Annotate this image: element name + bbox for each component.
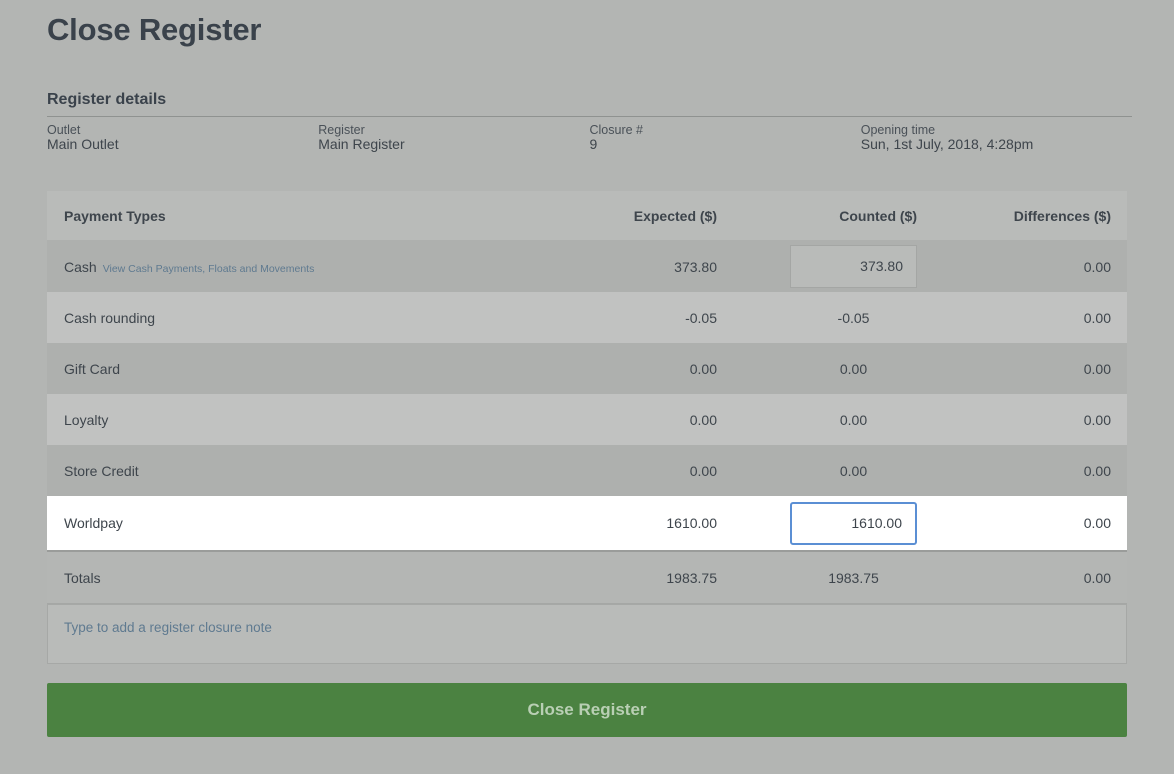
totals-differences: 0.00	[1083, 569, 1111, 586]
table-row: Cash rounding -0.05 -0.05 0.00	[47, 292, 1127, 343]
detail-closure: Closure # 9	[590, 123, 861, 151]
counted-input-cash[interactable]: 373.80	[790, 245, 917, 288]
detail-register: Register Main Register	[318, 123, 589, 151]
table-header: Payment Types Expected ($) Counted ($) D…	[47, 191, 1127, 241]
register-details: Outlet Main Outlet Register Main Registe…	[47, 123, 1132, 151]
header-counted-label: Counted ($)	[839, 207, 917, 224]
header-differences: Differences ($)	[1013, 207, 1111, 224]
page-title: Close Register	[47, 12, 262, 47]
expected-value: 373.80	[674, 258, 717, 275]
difference-value: 0.00	[1083, 258, 1111, 275]
counted-cell: 0.00	[717, 412, 917, 428]
counted-value: -0.05	[837, 309, 870, 326]
table-row: Cash View Cash Payments, Floats and Move…	[47, 241, 1127, 292]
detail-label: Closure #	[589, 123, 644, 137]
detail-value: Main Outlet	[47, 136, 119, 152]
counted-value: 0.00	[839, 411, 868, 428]
totals-row: Totals 1983.75 1983.75 0.00	[47, 552, 1127, 604]
expected-value: 1610.00	[666, 515, 717, 531]
difference-value: 0.00	[1083, 462, 1111, 479]
close-register-button[interactable]: Close Register	[47, 683, 1127, 737]
detail-label: Outlet	[47, 123, 81, 137]
payment-type-label: Worldpay	[64, 515, 123, 531]
expected-value: 0.00	[689, 360, 717, 377]
totals-label: Totals	[64, 569, 101, 586]
counted-value: 0.00	[839, 360, 868, 377]
counted-cell: 0.00	[717, 361, 917, 377]
table-row-active: Worldpay 1610.00 1610.00 0.00	[47, 496, 1127, 552]
payment-type-label: Store Credit	[64, 462, 139, 479]
payment-type-label: Cash	[64, 258, 97, 275]
header-expected: Expected ($)	[633, 207, 717, 224]
view-cash-movements-link[interactable]: View Cash Payments, Floats and Movements	[103, 263, 315, 275]
table-row: Store Credit 0.00 0.00 0.00	[47, 445, 1127, 496]
detail-outlet: Outlet Main Outlet	[47, 123, 318, 151]
payment-table: Payment Types Expected ($) Counted ($) D…	[47, 191, 1127, 664]
totals-counted: 1983.75	[828, 569, 879, 586]
totals-counted-cell: 1983.75	[717, 570, 917, 586]
table-row: Loyalty 0.00 0.00 0.00	[47, 394, 1127, 445]
payment-type-label: Loyalty	[64, 411, 109, 428]
detail-value: 9	[589, 136, 598, 152]
difference-value: 0.00	[1083, 411, 1111, 428]
totals-expected: 1983.75	[666, 569, 717, 586]
difference-value: 0.00	[1083, 309, 1111, 326]
difference-value: 0.00	[1083, 360, 1111, 377]
expected-value: 0.00	[689, 462, 717, 479]
payment-type-label: Cash rounding	[64, 309, 156, 326]
counted-cell: 1610.00	[717, 501, 917, 545]
counted-cell: -0.05	[717, 310, 917, 326]
counted-input-worldpay[interactable]: 1610.00	[790, 501, 917, 545]
detail-value: Sun, 1st July, 2018, 4:28pm	[860, 136, 1034, 152]
closure-note-input[interactable]: Type to add a register closure note	[47, 604, 1127, 664]
detail-label: Opening time	[860, 123, 936, 137]
expected-value: -0.05	[685, 309, 717, 326]
counted-cell: 0.00	[717, 463, 917, 479]
payment-type-label: Gift Card	[64, 360, 121, 377]
header-counted: Counted ($)	[717, 208, 917, 224]
table-row: Gift Card 0.00 0.00 0.00	[47, 343, 1127, 394]
counted-value: 0.00	[839, 462, 868, 479]
register-details-title: Register details	[47, 91, 167, 108]
header-payment-types: Payment Types	[64, 207, 166, 224]
section-divider	[47, 116, 1132, 117]
detail-label: Register	[318, 123, 365, 137]
counted-cell: 373.80	[717, 245, 917, 288]
expected-value: 0.00	[689, 411, 717, 428]
difference-value: 0.00	[1083, 515, 1111, 531]
row-name: Cash View Cash Payments, Floats and Move…	[47, 259, 507, 275]
detail-opening-time: Opening time Sun, 1st July, 2018, 4:28pm	[861, 123, 1132, 151]
detail-value: Main Register	[318, 136, 405, 152]
